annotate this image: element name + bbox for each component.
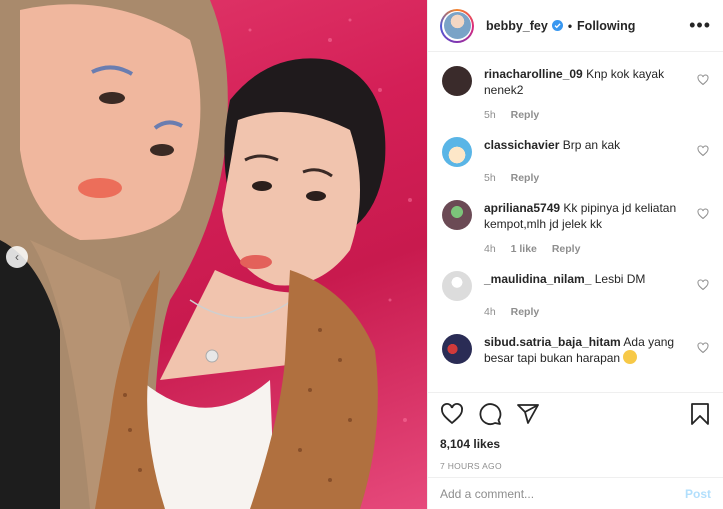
comment-username[interactable]: _maulidina_nilam_: [484, 272, 591, 286]
reply-button[interactable]: Reply: [511, 306, 540, 318]
instagram-post: ‹ bebby_fey • Following ••• rinacharolli…: [0, 0, 723, 509]
like-count[interactable]: 8,104 likes: [440, 437, 711, 451]
separator-dot: •: [567, 18, 573, 33]
share-icon[interactable]: [516, 402, 540, 426]
comment-item: _maulidina_nilam_ Lesbi DM 4h Reply: [442, 257, 709, 320]
comment-like-icon[interactable]: [697, 342, 709, 354]
comment-list[interactable]: rinacharolline_09 Knp kok kayak nenek2 5…: [428, 52, 723, 392]
reply-button[interactable]: Reply: [511, 109, 540, 121]
comment-username[interactable]: sibud.satria_baja_hitam: [484, 335, 621, 349]
comment-text: Lesbi DM: [594, 272, 646, 286]
post-actions: 8,104 likes 7 HOURS AGO: [428, 392, 723, 471]
following-button[interactable]: Following: [577, 19, 635, 33]
comment-avatar[interactable]: [442, 334, 472, 364]
comment-input[interactable]: [440, 486, 685, 501]
post-header: bebby_fey • Following •••: [428, 0, 723, 52]
author-username[interactable]: bebby_fey: [486, 19, 548, 33]
post-timestamp[interactable]: 7 HOURS AGO: [440, 461, 711, 471]
chevron-left-icon: ‹: [15, 250, 19, 264]
comment-like-icon[interactable]: [697, 74, 709, 86]
reply-button[interactable]: Reply: [552, 243, 581, 255]
comment-avatar[interactable]: [442, 137, 472, 167]
comment-text: Brp an kak: [562, 138, 621, 152]
comment-item: rinacharolline_09 Knp kok kayak nenek2 5…: [442, 52, 709, 123]
post-sidebar: bebby_fey • Following ••• rinacharolline…: [427, 0, 723, 509]
verified-badge-icon: [551, 20, 563, 31]
add-comment-bar: Post: [428, 477, 723, 509]
comment-time[interactable]: 4h: [484, 243, 496, 255]
comment-avatar[interactable]: [442, 200, 472, 230]
post-photo[interactable]: ‹: [0, 0, 427, 509]
carousel-prev-button[interactable]: ‹: [6, 246, 28, 268]
bookmark-icon[interactable]: [689, 402, 711, 426]
comment-avatar[interactable]: [442, 66, 472, 96]
comment-username[interactable]: classichavier: [484, 138, 559, 152]
comment-like-icon[interactable]: [697, 145, 709, 157]
comment-username[interactable]: rinacharolline_09: [484, 67, 583, 81]
heart-icon[interactable]: [440, 402, 464, 426]
post-comment-button[interactable]: Post: [685, 487, 711, 501]
reply-button[interactable]: Reply: [511, 172, 540, 184]
author-avatar[interactable]: [440, 8, 474, 43]
comment-like-count[interactable]: 1 like: [511, 243, 537, 255]
comment-time[interactable]: 5h: [484, 109, 496, 121]
photo-illustration: [0, 0, 412, 509]
comment-icon[interactable]: [478, 402, 502, 426]
comment-like-icon[interactable]: [697, 279, 709, 291]
comment-item: sibud.satria_baja_hitam Ada yang besar t…: [442, 320, 709, 366]
comment-item: apriliana5749 Kk pipinya jd keliatan kem…: [442, 186, 709, 257]
comment-like-icon[interactable]: [697, 208, 709, 220]
comment-time[interactable]: 5h: [484, 172, 496, 184]
more-icon[interactable]: •••: [689, 15, 711, 36]
comment-item: classichavier Brp an kak 5h Reply: [442, 123, 709, 186]
comment-username[interactable]: apriliana5749: [484, 201, 560, 215]
comment-avatar[interactable]: [442, 271, 472, 301]
comment-time[interactable]: 4h: [484, 306, 496, 318]
emoji-icon: [623, 350, 638, 364]
